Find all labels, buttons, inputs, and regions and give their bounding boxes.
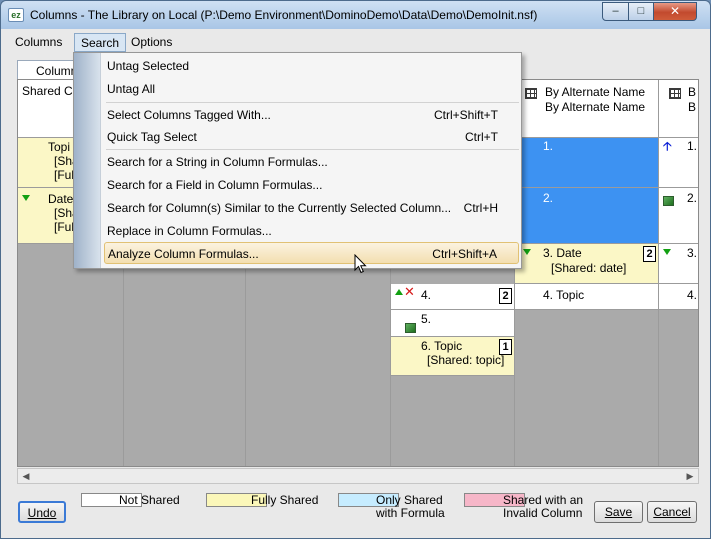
save-button[interactable]: Save	[594, 501, 643, 523]
sort-down-icon	[663, 249, 671, 255]
legend-label: Fully Shared	[251, 493, 319, 507]
legend-label: Not Shared	[119, 493, 180, 507]
grid-cell-selected[interactable]: 2.	[515, 188, 658, 244]
grid-cell[interactable]: 4. Topic	[515, 284, 658, 310]
app-icon: ez	[8, 8, 24, 22]
menu-bar: Columns Search Options	[1, 31, 710, 53]
grid-cell[interactable]: 2.	[659, 188, 698, 244]
menu-columns[interactable]: Columns	[9, 33, 68, 52]
window-title: Columns - The Library on Local (P:\Demo …	[30, 8, 538, 22]
menu-item-replace[interactable]: Replace in Column Formulas...	[102, 220, 521, 242]
menu-separator	[106, 149, 519, 150]
main-window: ez Columns - The Library on Local (P:\De…	[0, 0, 711, 539]
undo-button[interactable]: Undo	[18, 501, 66, 523]
search-menu-dropdown: Untag Selected Untag All Select Columns …	[73, 52, 522, 269]
menu-separator	[106, 102, 519, 103]
menu-item-untag-selected[interactable]: Untag Selected	[102, 55, 521, 77]
grid-cell[interactable]: ✕ 4. 2	[391, 284, 514, 310]
grid-cell[interactable]: 4.	[659, 284, 698, 310]
tag-badge: 2	[643, 246, 656, 262]
menu-item-untag-all[interactable]: Untag All	[102, 78, 521, 100]
grid-cell[interactable]: 3.	[659, 244, 698, 284]
grid-cell[interactable]: 3. Date [Shared: date] 2	[515, 244, 658, 284]
menu-item-quick-tag-select[interactable]: Quick Tag Select Ctrl+T	[102, 126, 521, 148]
scroll-left-icon[interactable]: ◀	[18, 469, 34, 483]
scroll-right-icon[interactable]: ▶	[682, 469, 698, 483]
title-bar[interactable]: ez Columns - The Library on Local (P:\De…	[1, 1, 710, 29]
column-header[interactable]: B B	[659, 80, 698, 138]
menu-search[interactable]: Search	[74, 33, 127, 52]
close-button[interactable]: ✕	[653, 2, 697, 21]
table-icon	[525, 88, 537, 99]
table-icon	[669, 88, 681, 99]
sort-up-icon	[395, 289, 403, 295]
column-header[interactable]: By Alternate Name By Alternate Name	[515, 80, 658, 138]
grid-column-6: B B 🡡 1. 2. 3. 4.	[659, 80, 698, 466]
horizontal-scrollbar[interactable]: ◀ ▶	[17, 468, 699, 484]
grid-cell[interactable]: 🡡 1.	[659, 138, 698, 188]
legend-label: Only Shared with Formula	[376, 493, 445, 520]
tag-badge: 1	[499, 339, 512, 355]
menu-item-search-field[interactable]: Search for a Field in Column Formulas...	[102, 174, 521, 196]
arrow-up-icon: 🡡	[663, 139, 672, 153]
cancel-button[interactable]: Cancel	[647, 501, 697, 523]
formula-icon	[663, 196, 674, 206]
grid-cell-selected[interactable]: 1.	[515, 138, 658, 188]
grid-cell[interactable]: 5.	[391, 310, 514, 337]
formula-icon	[405, 323, 416, 333]
menu-item-analyze[interactable]: Analyze Column Formulas... Ctrl+Shift+A	[104, 242, 519, 264]
maximize-button[interactable]: □	[628, 2, 654, 21]
sort-down-icon	[523, 249, 531, 255]
menu-options[interactable]: Options	[125, 33, 178, 52]
menu-gutter	[74, 53, 101, 268]
grid-column-5: By Alternate Name By Alternate Name 1. 2…	[515, 80, 659, 466]
column-header-label: Shared Co	[22, 84, 80, 98]
sort-down-icon	[22, 195, 30, 201]
menu-item-select-tagged[interactable]: Select Columns Tagged With... Ctrl+Shift…	[102, 104, 521, 126]
legend-label: Shared with an Invalid Column	[503, 493, 584, 520]
minimize-button[interactable]: –	[602, 2, 629, 21]
mouse-cursor-icon	[354, 254, 367, 274]
menu-item-search-string[interactable]: Search for a String in Column Formulas..…	[102, 151, 521, 173]
menu-item-search-similar[interactable]: Search for Column(s) Similar to the Curr…	[102, 197, 521, 219]
invalid-x-icon: ✕	[404, 284, 415, 299]
grid-cell[interactable]: 6. Topic [Shared: topic] 1	[391, 337, 514, 376]
tag-badge: 2	[499, 288, 512, 304]
